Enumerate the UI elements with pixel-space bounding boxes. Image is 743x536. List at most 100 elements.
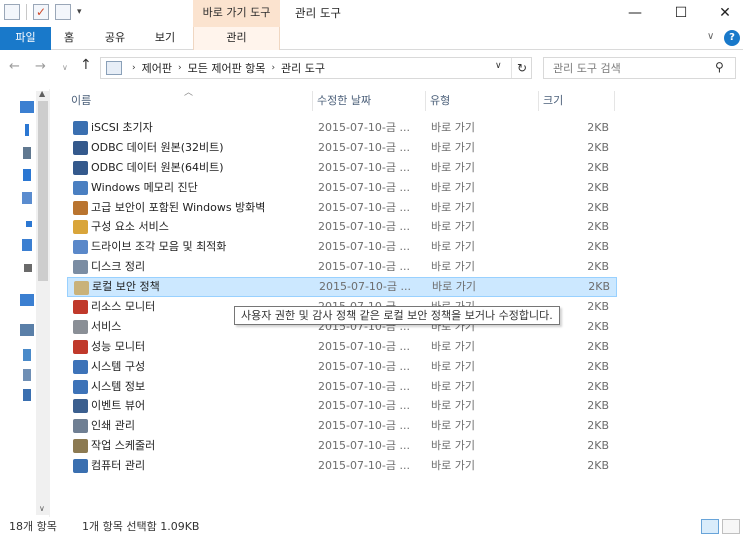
quick-access-icon[interactable] <box>20 101 34 113</box>
resource-monitor-icon <box>73 300 88 315</box>
help-icon[interactable]: ? <box>724 30 740 46</box>
selection-info: 1개 항목 선택함 1.09KB <box>82 520 200 533</box>
up-arrow-icon[interactable]: ↑ <box>80 57 92 73</box>
system-information-icon <box>73 379 88 394</box>
download-icon[interactable] <box>25 124 29 136</box>
file-row[interactable]: 작업 스케줄러 2015-07-10-금 ... 바로 가기 2KB <box>67 436 617 456</box>
details-view-icon[interactable] <box>701 519 719 534</box>
file-row[interactable]: 인쇄 관리 2015-07-10-금 ... 바로 가기 2KB <box>67 416 617 436</box>
breadcrumb-separator-icon[interactable]: › <box>178 63 182 73</box>
breadcrumb-separator-icon[interactable]: › <box>271 63 275 73</box>
item-count: 18개 항목 <box>9 520 57 533</box>
new-folder-icon[interactable] <box>55 4 71 20</box>
refresh-icon[interactable]: ↻ <box>511 58 532 78</box>
scroll-up-icon[interactable]: ▲ <box>39 89 45 98</box>
file-row[interactable]: 성능 모니터 2015-07-10-금 ... 바로 가기 2KB <box>67 337 617 357</box>
memory-diagnostic-icon <box>73 180 88 195</box>
breadcrumb-separator-icon[interactable]: › <box>132 63 136 73</box>
file-size: 2KB <box>587 121 609 134</box>
user-icon[interactable] <box>23 349 31 361</box>
control-panel-nav-icon[interactable] <box>20 324 34 336</box>
this-pc-icon[interactable] <box>22 239 32 251</box>
large-icons-view-icon[interactable] <box>722 519 740 534</box>
tab-home[interactable]: 홈 <box>51 27 87 50</box>
file-row[interactable]: 드라이브 조각 모음 및 최적화 2015-07-10-금 ... 바로 가기 2KB <box>67 237 617 257</box>
file-date: 2015-07-10-금 ... <box>318 220 411 234</box>
file-list: iSCSI 초기자 2015-07-10-금 ... 바로 가기 2KB ODBC 데이… <box>67 118 617 476</box>
column-header-type[interactable]: 유형 <box>426 91 539 111</box>
file-row[interactable]: 시스템 정보 2015-07-10-금 ... 바로 가기 2KB <box>67 377 617 397</box>
checkmark-icon[interactable]: ✓ <box>33 4 49 20</box>
forward-arrow-icon[interactable]: → <box>35 59 46 74</box>
event-viewer-icon <box>73 399 88 414</box>
search-box[interactable]: ⚲ <box>543 57 736 79</box>
folder-icon[interactable] <box>22 192 32 204</box>
file-row[interactable]: ODBC 데이터 원본(64비트) 2015-07-10-금 ... 바로 가기 2K… <box>67 158 617 178</box>
document-icon[interactable] <box>23 147 31 159</box>
close-button[interactable]: ✕ <box>702 0 743 27</box>
file-type: 바로 가기 <box>431 260 475 274</box>
recent-locations-icon[interactable]: ∨ <box>62 63 68 72</box>
file-date: 2015-07-10-금 ... <box>318 121 411 134</box>
file-row[interactable]: ODBC 데이터 원본(32비트) 2015-07-10-금 ... 바로 가기 2K… <box>67 138 617 158</box>
file-row[interactable]: 디스크 정리 2015-07-10-금 ... 바로 가기 2KB <box>67 257 617 277</box>
expand-ribbon-icon[interactable]: ∨ <box>707 31 714 42</box>
properties-icon[interactable] <box>4 4 20 20</box>
settings-icon[interactable] <box>23 369 31 381</box>
column-header-size[interactable]: 크기 <box>539 91 615 111</box>
scroll-down-icon[interactable]: ∨ <box>39 504 45 513</box>
file-name: 인쇄 관리 <box>91 419 135 433</box>
file-size: 2KB <box>587 200 609 214</box>
file-date: 2015-07-10-금 ... <box>318 200 411 214</box>
back-arrow-icon[interactable]: ← <box>9 59 20 74</box>
drive-icon[interactable] <box>24 264 32 272</box>
file-size: 2KB <box>587 399 609 413</box>
file-name: iSCSI 초기자 <box>91 121 153 134</box>
file-row[interactable]: 이벤트 뷰어 2015-07-10-금 ... 바로 가기 2KB <box>67 396 617 416</box>
tab-share[interactable]: 공유 <box>93 27 137 50</box>
file-size: 2KB <box>587 180 609 194</box>
file-name: 서비스 <box>91 319 122 333</box>
scrollbar-thumb[interactable] <box>38 101 48 281</box>
pictures-icon[interactable] <box>23 169 31 181</box>
file-name: Windows 메모리 진단 <box>91 180 198 194</box>
file-row[interactable]: Windows 메모리 진단 2015-07-10-금 ... 바로 가기 2KB <box>67 178 617 198</box>
qat-dropdown-icon[interactable]: ▾ <box>77 7 82 17</box>
breadcrumb-control-panel[interactable]: 제어판 <box>142 60 172 76</box>
column-header-date-modified[interactable]: 수정한 날짜 <box>313 91 426 111</box>
file-size: 2KB <box>587 459 609 473</box>
system-configuration-icon <box>73 359 88 374</box>
window-title: 관리 도구 <box>295 6 341 20</box>
file-date: 2015-07-10-금 ... <box>318 439 411 453</box>
file-date: 2015-07-10-금 ... <box>318 459 411 473</box>
tab-manage[interactable]: 관리 <box>193 27 280 50</box>
file-row[interactable]: iSCSI 초기자 2015-07-10-금 ... 바로 가기 2KB <box>67 118 617 138</box>
file-row[interactable]: 고급 보안이 포함된 Windows 방화벽 2015-07-10-금 ... 바로… <box>67 198 617 218</box>
file-type: 바로 가기 <box>431 140 475 154</box>
file-row[interactable]: 로컬 보안 정책 2015-07-10-금 ... 바로 가기 2KB <box>67 277 617 298</box>
file-type: 바로 가기 <box>431 419 475 433</box>
address-toolbar: ← → ∨ ↑ › 제어판 › 모든 제어판 항목 › 관리 도구 ∨ ↻ ⚲ <box>0 51 743 85</box>
search-icon[interactable]: ⚲ <box>715 60 724 74</box>
maximize-button[interactable]: ☐ <box>658 0 704 27</box>
onedrive-icon[interactable] <box>26 221 32 227</box>
file-type: 바로 가기 <box>431 121 475 134</box>
computer-icon[interactable] <box>23 389 31 401</box>
tab-view[interactable]: 보기 <box>143 27 187 50</box>
network-icon[interactable] <box>20 294 34 306</box>
breadcrumb-all-items[interactable]: 모든 제어판 항목 <box>188 60 266 76</box>
search-input[interactable] <box>544 58 704 78</box>
file-name: 컴퓨터 관리 <box>91 459 146 473</box>
file-row[interactable]: 시스템 구성 2015-07-10-금 ... 바로 가기 2KB <box>67 357 617 377</box>
file-row[interactable]: 구성 요소 서비스 2015-07-10-금 ... 바로 가기 2KB <box>67 217 617 237</box>
file-row[interactable]: 컴퓨터 관리 2015-07-10-금 ... 바로 가기 2KB <box>67 456 617 476</box>
address-bar[interactable]: › 제어판 › 모든 제어판 항목 › 관리 도구 ∨ ↻ <box>100 57 532 79</box>
file-name: 구성 요소 서비스 <box>91 220 169 234</box>
column-header-name[interactable]: 이름 <box>67 91 313 111</box>
minimize-button[interactable]: — <box>612 0 658 27</box>
tab-file[interactable]: 파일 <box>0 27 51 50</box>
address-dropdown-icon[interactable]: ∨ <box>495 61 502 71</box>
local-security-policy-icon <box>74 281 89 296</box>
breadcrumb-admin-tools[interactable]: 관리 도구 <box>281 60 325 76</box>
nav-pane-scrollbar[interactable]: ▲ ∨ <box>36 89 50 515</box>
